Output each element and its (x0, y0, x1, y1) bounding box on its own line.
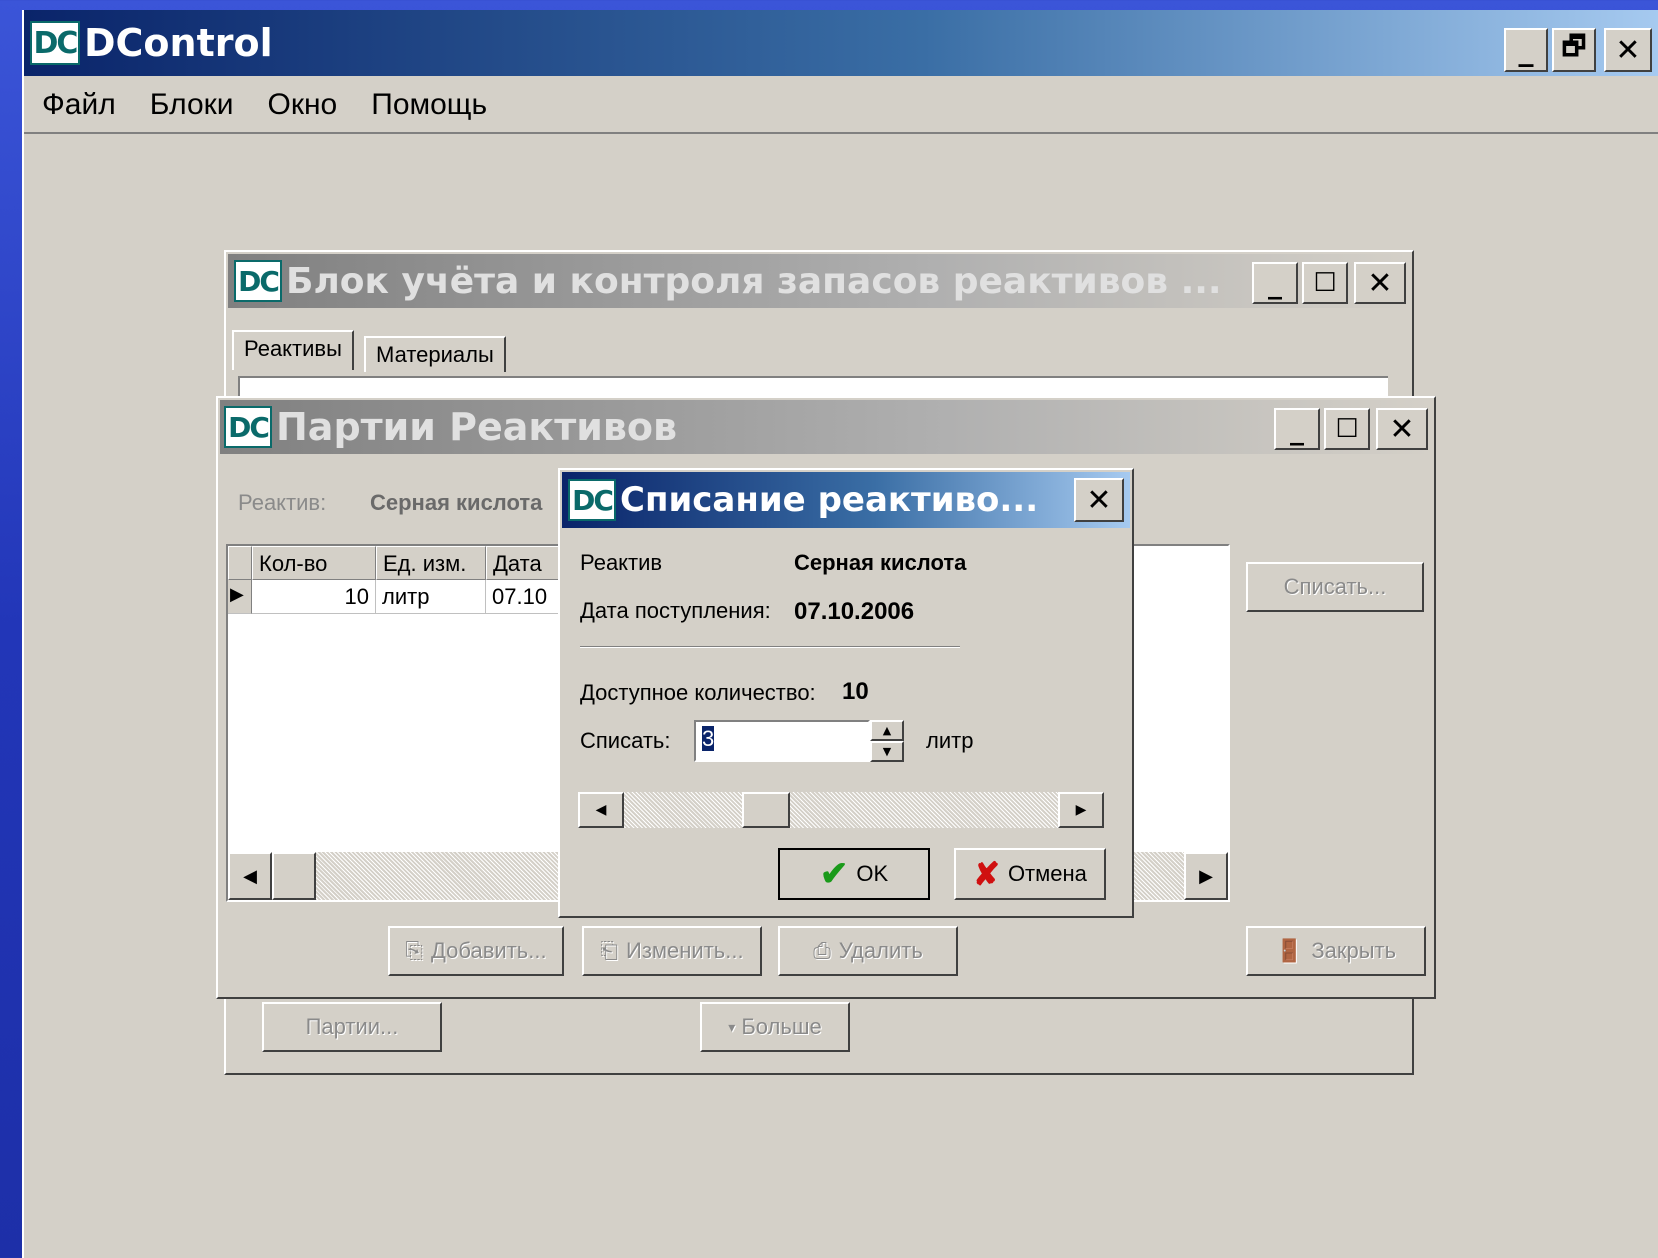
parties-title: Партии Реактивов (276, 405, 678, 449)
parties-minimize-button[interactable]: _ (1274, 408, 1320, 450)
slider-left-button[interactable]: ◀ (578, 792, 624, 828)
edit-icon: ⎗ (600, 938, 619, 963)
dialog-reagent-value: Серная кислота (794, 550, 967, 575)
delete-button-label: Удалить (838, 938, 923, 963)
menu-file[interactable]: Файл (42, 88, 116, 122)
dialog-reagent-label: Реактив (580, 550, 663, 575)
menu-help[interactable]: Помощь (371, 88, 487, 122)
door-icon: 🚪 (1275, 938, 1304, 963)
parties-logo-icon: DC (224, 406, 272, 448)
cancel-button[interactable]: ✘ Отмена (954, 848, 1106, 900)
app-logo-icon: DC (30, 21, 80, 65)
parties-close-button[interactable]: ✕ (1376, 408, 1428, 450)
dialog-date-value: 07.10.2006 (794, 598, 915, 625)
grid-corner (228, 546, 252, 580)
block-close-button[interactable]: ✕ (1354, 262, 1406, 304)
scroll-left-button[interactable]: ◀ (228, 852, 272, 900)
writeoff-titlebar[interactable]: DC Списание реактиво... (562, 472, 1130, 528)
available-value: 10 (842, 678, 869, 705)
menu-blocks[interactable]: Блоки (150, 88, 234, 122)
parties-titlebar[interactable]: DC Партии Реактивов (220, 400, 1432, 454)
slider-right-button[interactable]: ▶ (1058, 792, 1104, 828)
spin-down-button[interactable]: ▼ (870, 741, 904, 762)
writeoff-amount-value: 3 (702, 726, 715, 751)
block-maximize-button[interactable]: ☐ (1302, 262, 1348, 304)
write-off-button[interactable]: Списать... (1246, 562, 1424, 612)
block-title: Блок учёта и контроля запасов реактивов … (286, 260, 1222, 302)
column-header-qty[interactable]: Кол-во (252, 546, 376, 580)
delete-icon: ⎙ (813, 938, 831, 963)
block-minimize-button[interactable]: _ (1252, 262, 1298, 304)
table-cell-unit[interactable]: литр (376, 580, 486, 614)
tab-materials[interactable]: Материалы (364, 336, 506, 372)
dialog-date-label: Дата поступления: (580, 598, 771, 623)
delete-button[interactable]: ⎙ Удалить (778, 926, 958, 976)
menu-window[interactable]: Окно (268, 88, 338, 122)
main-titlebar[interactable]: DC DControl (24, 10, 1658, 76)
dialog-divider (580, 646, 960, 648)
writeoff-dialog: DC Списание реактиво... ✕ Реактив Серная… (558, 468, 1134, 918)
more-button[interactable]: ▾ Больше (700, 1002, 850, 1052)
scroll-right-button[interactable]: ▶ (1184, 852, 1228, 900)
grid-scroll-thumb[interactable] (272, 852, 316, 900)
writeoff-close-button[interactable]: ✕ (1074, 478, 1124, 522)
writeoff-logo-icon: DC (568, 479, 616, 521)
checkmark-icon: ✔ (819, 855, 849, 893)
writeoff-slider-track[interactable] (578, 792, 1104, 828)
writeoff-amount-input[interactable]: 3 (694, 720, 870, 762)
main-restore-button[interactable]: 🗗 (1552, 28, 1596, 72)
more-button-label: Больше (741, 1014, 822, 1039)
reagent-value: Серная кислота (370, 490, 543, 515)
parties-maximize-button[interactable]: ☐ (1324, 408, 1370, 450)
block-logo-icon: DC (234, 260, 282, 302)
ok-button[interactable]: ✔ OK (778, 848, 930, 900)
reagent-label: Реактив: (238, 490, 327, 515)
close-button-label: Закрыть (1311, 938, 1397, 963)
block-titlebar[interactable]: DC Блок учёта и контроля запасов реактив… (228, 254, 1410, 308)
edit-button-label: Изменить... (626, 938, 744, 963)
writeoff-unit: литр (926, 728, 974, 753)
cancel-button-label: Отмена (1007, 861, 1087, 886)
close-button[interactable]: 🚪 Закрыть (1246, 926, 1426, 976)
spin-up-button[interactable]: ▲ (870, 720, 904, 741)
ok-button-label: OK (856, 861, 889, 886)
chevron-down-icon: ▾ (728, 1018, 736, 1035)
add-button-label: Добавить... (431, 938, 547, 963)
app-title: DControl (84, 21, 273, 65)
add-button[interactable]: ⎘ Добавить... (388, 926, 564, 976)
main-minimize-button[interactable]: _ (1504, 28, 1548, 72)
tab-reagents[interactable]: Реактивы (232, 330, 354, 370)
row-indicator[interactable]: ▶ (228, 580, 252, 614)
column-header-unit[interactable]: Ед. изм. (376, 546, 486, 580)
add-icon: ⎘ (405, 938, 424, 963)
available-label: Доступное количество: (580, 680, 816, 705)
writeoff-title: Списание реактиво... (620, 480, 1039, 520)
cross-icon: ✘ (973, 856, 1000, 892)
main-close-button[interactable]: ✕ (1604, 28, 1652, 72)
table-cell-qty[interactable]: 10 (252, 580, 376, 614)
menu-bar: Файл Блоки Окно Помощь (24, 78, 1658, 134)
parties-button[interactable]: Партии... (262, 1002, 442, 1052)
writeoff-amount-label: Списать: (580, 728, 671, 753)
edit-button[interactable]: ⎗ Изменить... (582, 926, 762, 976)
slider-thumb[interactable] (742, 792, 790, 828)
